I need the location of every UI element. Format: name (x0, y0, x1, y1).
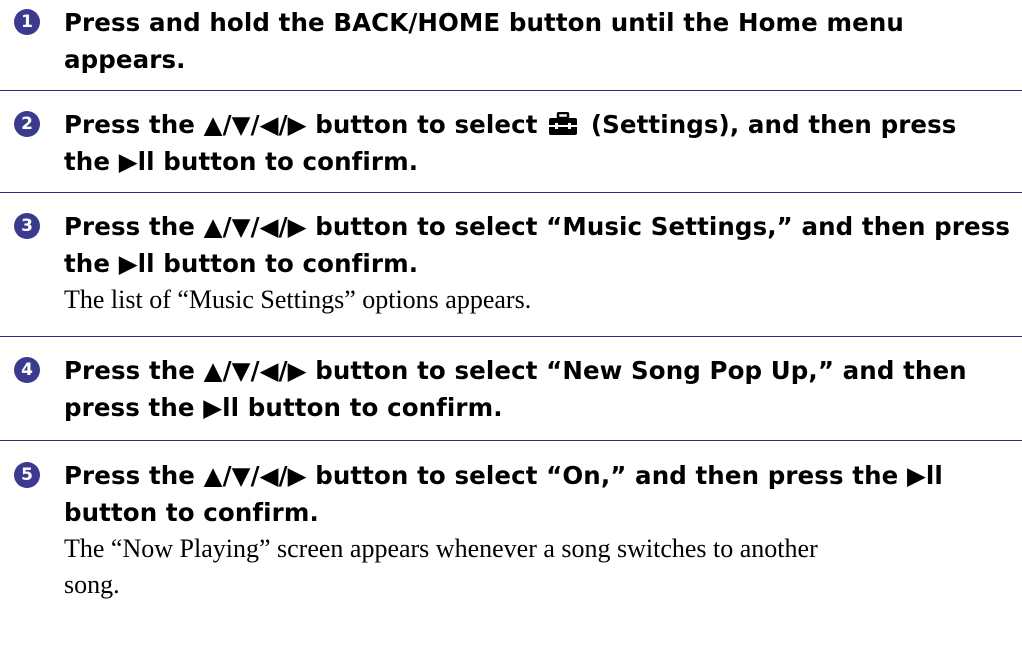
instruction-line: the ▶ll button to confirm. (64, 249, 419, 278)
step-number-badge: 5 (14, 462, 40, 488)
step-4: 4 Press the ▲/▼/◀/▶ button to select “Ne… (0, 337, 1022, 441)
instruction-line: Press the ▲/▼/◀/▶ button to select (Sett… (64, 106, 1022, 143)
instruction-line: the ▶ll button to confirm. (64, 147, 419, 176)
result-line: The “Now Playing” screen appears wheneve… (64, 534, 818, 563)
instruction-text: Press the ▲/▼/◀/▶ button to select (64, 110, 538, 139)
toolbox-settings-icon (549, 112, 578, 135)
step-instruction: Press and hold the BACK/HOME button unti… (64, 0, 1022, 78)
instruction-line: Press the ▲/▼/◀/▶ button to select “New … (64, 356, 967, 385)
instruction-line: appears. (64, 45, 186, 74)
step-number-badge: 3 (14, 213, 40, 239)
instruction-line: Press the ▲/▼/◀/▶ button to select “On,”… (64, 461, 943, 490)
step-instruction: Press the ▲/▼/◀/▶ button to select “New … (64, 337, 1022, 426)
instruction-line: Press and hold the BACK/HOME button unti… (64, 8, 904, 37)
step-2: 2 Press the ▲/▼/◀/▶ button to select (Se… (0, 91, 1022, 193)
instruction-line: Press the ▲/▼/◀/▶ button to select “Musi… (64, 212, 1011, 241)
result-line: song. (64, 570, 120, 599)
step-instruction: Press the ▲/▼/◀/▶ button to select (Sett… (64, 91, 1022, 180)
step-number-badge: 1 (14, 9, 40, 35)
step-instruction: Press the ▲/▼/◀/▶ button to select “Musi… (64, 193, 1022, 282)
instruction-line: button to confirm. (64, 498, 319, 527)
instruction-line: press the ▶ll button to confirm. (64, 393, 503, 422)
step-list: 1 Press and hold the BACK/HOME button un… (0, 0, 1022, 659)
step-1: 1 Press and hold the BACK/HOME button un… (0, 0, 1022, 91)
step-number-badge: 4 (14, 357, 40, 383)
instruction-text: (Settings), and then press (590, 110, 957, 139)
step-instruction: Press the ▲/▼/◀/▶ button to select “On,”… (64, 441, 1022, 531)
step-result: The list of “Music Settings” options app… (64, 285, 532, 314)
step-result: The “Now Playing” screen appears wheneve… (64, 531, 1022, 603)
step-5: 5 Press the ▲/▼/◀/▶ button to select “On… (0, 441, 1022, 659)
step-number-badge: 2 (14, 111, 40, 137)
step-3: 3 Press the ▲/▼/◀/▶ button to select “Mu… (0, 193, 1022, 337)
